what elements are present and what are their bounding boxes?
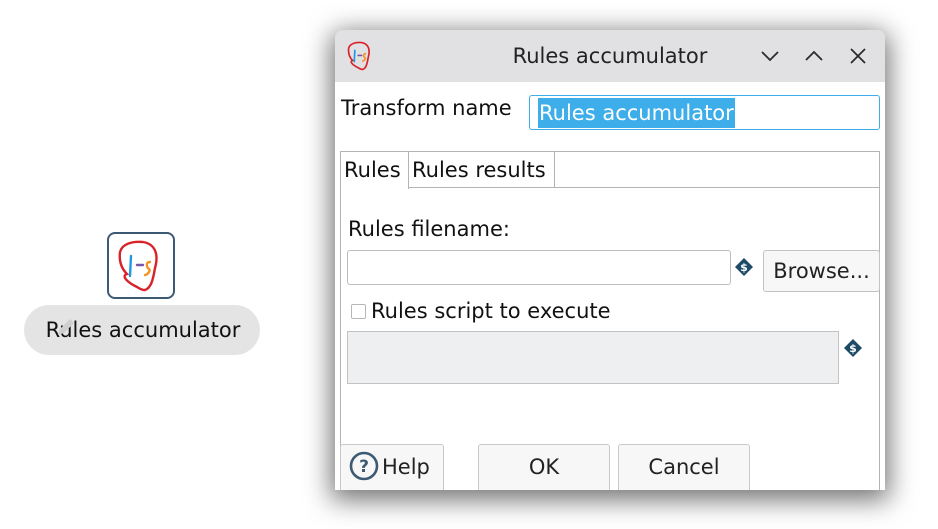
- tab-rules[interactable]: Rules: [341, 152, 409, 189]
- variable-icon: $: [844, 339, 862, 357]
- browse-button[interactable]: Browse...: [763, 250, 880, 292]
- rules-accumulator-dialog: Rules accumulator Transform name Rules a…: [335, 30, 885, 490]
- pencil-icon: [58, 319, 74, 335]
- rules-script-checkbox[interactable]: [351, 303, 366, 319]
- tab-strip: Rules Rules results: [341, 152, 879, 189]
- svg-text:$: $: [740, 261, 748, 274]
- rules-script-checkbox-row[interactable]: Rules script to execute: [351, 296, 611, 326]
- maximize-icon[interactable]: [802, 44, 826, 68]
- help-label: Help: [382, 455, 430, 479]
- rules-filename-input[interactable]: [347, 250, 731, 285]
- rules-script-checkbox-label: Rules script to execute: [371, 299, 611, 323]
- cancel-button[interactable]: Cancel: [618, 444, 750, 490]
- svg-text:$: $: [849, 342, 857, 355]
- transform-name-input[interactable]: Rules accumulator: [529, 95, 880, 130]
- rules-filename-label: Rules filename:: [348, 217, 510, 241]
- tab-rules-results[interactable]: Rules results: [409, 152, 555, 188]
- minimize-icon[interactable]: [758, 44, 782, 68]
- close-icon[interactable]: [846, 44, 870, 68]
- rules-script-textarea[interactable]: [347, 331, 839, 384]
- variable-icon: $: [735, 258, 753, 276]
- rules-accumulator-node-label[interactable]: Rules accumulator: [24, 305, 260, 355]
- transform-name-value: Rules accumulator: [538, 98, 735, 128]
- title-bar[interactable]: Rules accumulator: [335, 30, 885, 82]
- svg-text:?: ?: [359, 457, 369, 477]
- rules-face-icon: [118, 240, 158, 292]
- ok-button[interactable]: OK: [478, 444, 610, 490]
- rules-accumulator-node-icon[interactable]: [107, 232, 175, 299]
- help-button[interactable]: ? Help: [340, 444, 444, 490]
- help-icon: ?: [349, 451, 379, 481]
- tab-panel: Rules Rules results Rules filename: $ Br…: [340, 151, 880, 490]
- transform-name-label: Transform name: [341, 96, 512, 120]
